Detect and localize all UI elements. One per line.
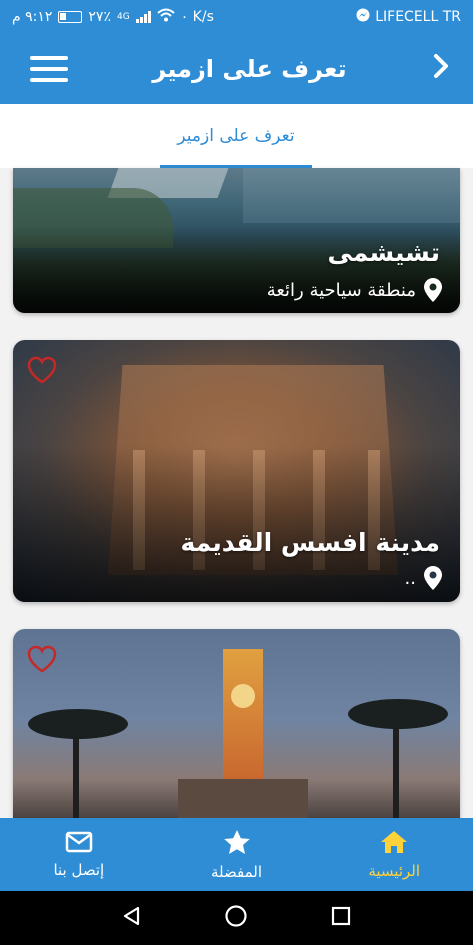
mail-icon xyxy=(65,831,93,857)
recents-square-icon[interactable] xyxy=(330,905,352,931)
place-card[interactable]: تشيشمى منطقة سياحية رائعة xyxy=(13,168,460,313)
nav-contact-us[interactable]: إتصل بنا xyxy=(0,818,158,891)
bottom-nav: إتصل بنا المفضلة الرئيسية xyxy=(0,818,473,891)
app-title: تعرف على ازمير xyxy=(152,55,347,83)
system-nav-bar xyxy=(0,891,473,945)
wifi-icon xyxy=(157,8,175,26)
battery-icon xyxy=(58,11,83,23)
card-subtitle-row: .. xyxy=(405,566,442,590)
nav-label: المفضلة xyxy=(211,862,263,881)
status-bar: ٩:١٢ م ٢٧٪ 4G ٠ K/s LIFECELL TR xyxy=(0,0,473,34)
app-bar: تعرف على ازمير xyxy=(0,34,473,104)
nav-favorites[interactable]: المفضلة xyxy=(158,818,316,891)
card-gradient xyxy=(13,444,460,602)
card-subtitle: .. xyxy=(404,567,416,589)
nav-home[interactable]: الرئيسية xyxy=(315,818,473,891)
back-triangle-icon[interactable] xyxy=(121,905,143,931)
battery-text: ٢٧٪ xyxy=(88,9,111,25)
location-pin-icon xyxy=(424,566,442,590)
messenger-icon xyxy=(356,8,370,26)
home-circle-icon[interactable] xyxy=(224,904,248,932)
star-icon xyxy=(223,829,251,859)
network-type-text: 4G xyxy=(116,12,130,22)
app-screen: ٩:١٢ م ٢٧٪ 4G ٠ K/s LIFECELL TR تعرف على… xyxy=(0,0,473,945)
signal-icon xyxy=(135,11,151,23)
nav-label: إتصل بنا xyxy=(53,860,105,879)
place-card[interactable] xyxy=(13,629,460,829)
card-subtitle: منطقة سياحية رائعة xyxy=(266,279,416,301)
chevron-right-icon[interactable] xyxy=(431,53,451,85)
nav-label: الرئيسية xyxy=(368,861,421,880)
favorite-heart-icon[interactable] xyxy=(27,645,57,673)
card-title: تشيشمى xyxy=(327,238,440,267)
hamburger-menu-icon[interactable] xyxy=(30,56,68,82)
speed-text: ٠ K/s xyxy=(180,9,214,25)
card-subtitle-row: منطقة سياحية رائعة xyxy=(267,278,442,302)
place-card[interactable]: مدينة افسس القديمة .. xyxy=(13,340,460,602)
status-left: ٩:١٢ م ٢٧٪ 4G ٠ K/s xyxy=(12,8,214,26)
home-icon xyxy=(380,830,408,858)
tab-about-izmir[interactable]: تعرف على ازمير xyxy=(160,104,312,168)
tab-strip: تعرف على ازمير xyxy=(0,104,473,168)
status-right: LIFECELL TR xyxy=(356,8,461,26)
favorite-heart-icon[interactable] xyxy=(27,356,57,384)
carrier-text: LIFECELL TR xyxy=(375,9,461,25)
card-title: مدينة افسس القديمة xyxy=(180,528,441,557)
time-text: ٩:١٢ م xyxy=(12,9,53,25)
location-pin-icon xyxy=(424,278,442,302)
